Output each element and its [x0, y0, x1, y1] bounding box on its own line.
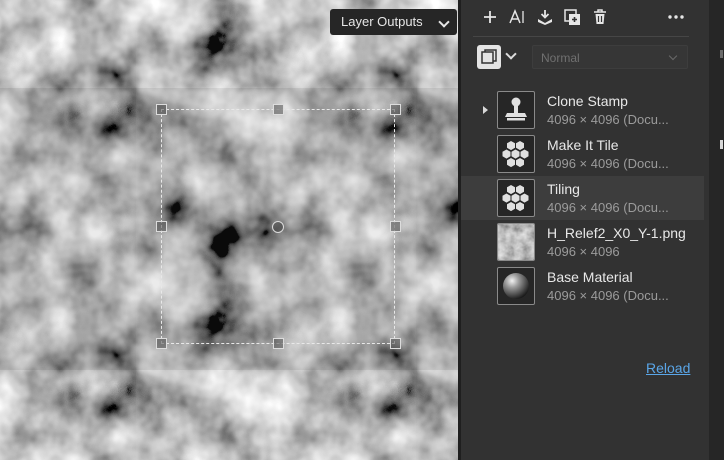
layer-row-tiling[interactable]: Tiling 4096 × 4096 (Docu...: [461, 176, 704, 220]
edge-marker: [720, 50, 723, 58]
transform-handle-left[interactable]: [156, 221, 167, 232]
layer-info: 4096 × 4096 (Docu...: [547, 112, 669, 127]
trash-icon[interactable]: [590, 7, 610, 27]
layers-toolbar: [461, 0, 709, 34]
layer-info: 4096 × 4096 (Docu...: [547, 288, 669, 303]
layer-outputs-dropdown[interactable]: Layer Outputs: [330, 9, 457, 35]
transform-handle-bottom[interactable]: [273, 338, 284, 349]
hexagon-tile-icon: [497, 135, 535, 173]
layer-name: Tiling: [547, 181, 580, 197]
transform-handle-top-right[interactable]: [390, 104, 401, 115]
transform-handle-top[interactable]: [273, 104, 284, 115]
text-layer-icon[interactable]: [507, 7, 527, 27]
layer-name: Base Material: [547, 269, 633, 285]
layer-name: Clone Stamp: [547, 93, 628, 109]
layer-row-image[interactable]: H_Relef2_X0_Y-1.png 4096 × 4096: [461, 220, 704, 264]
chevron-down-icon: [668, 51, 678, 61]
blend-mode-select[interactable]: Normal: [532, 45, 688, 69]
more-icon[interactable]: [666, 7, 686, 27]
add-icon[interactable]: [480, 7, 500, 27]
layer-info: 4096 × 4096 (Docu...: [547, 156, 669, 171]
layers-panel: Normal Clone Stamp 4096 × 4096 (Docu...: [461, 0, 709, 460]
layer-row-base-material[interactable]: Base Material 4096 × 4096 (Docu...: [461, 264, 704, 308]
merge-down-icon[interactable]: [535, 7, 555, 27]
expand-arrow-icon[interactable]: [483, 106, 488, 114]
layer-mode-icon: [481, 49, 497, 64]
layer-info: 4096 × 4096: [547, 244, 620, 259]
reload-link[interactable]: Reload: [646, 360, 690, 376]
layer-info: 4096 × 4096 (Docu...: [547, 200, 669, 215]
layer-row-make-it-tile[interactable]: Make It Tile 4096 × 4096 (Docu...: [461, 132, 704, 176]
layer-row-clone-stamp[interactable]: Clone Stamp 4096 × 4096 (Docu...: [461, 88, 704, 132]
blend-mode-value: Normal: [541, 51, 580, 65]
chevron-down-icon: [437, 16, 450, 28]
transform-handle-right[interactable]: [390, 221, 401, 232]
image-thumbnail: [497, 223, 535, 261]
transform-handle-bottom-left[interactable]: [156, 338, 167, 349]
right-edge-strip: [709, 0, 724, 460]
transform-handle-top-left[interactable]: [156, 104, 167, 115]
layer-mask-mode-button[interactable]: [477, 45, 501, 69]
clone-stamp-icon: [497, 91, 535, 129]
layer-outputs-label: Layer Outputs: [341, 14, 423, 29]
chevron-down-icon[interactable]: [505, 48, 517, 60]
edge-marker: [720, 140, 723, 149]
transform-handle-bottom-right[interactable]: [390, 338, 401, 349]
sphere-icon: [497, 267, 535, 305]
canvas-viewport[interactable]: Layer Outputs: [0, 0, 458, 460]
transform-pivot-handle[interactable]: [272, 221, 284, 233]
toolbar-separator: [473, 36, 689, 37]
layer-name: Make It Tile: [547, 137, 619, 153]
duplicate-icon[interactable]: [562, 7, 582, 27]
layer-name: H_Relef2_X0_Y-1.png: [547, 225, 686, 241]
hexagon-tile-icon: [497, 179, 535, 217]
